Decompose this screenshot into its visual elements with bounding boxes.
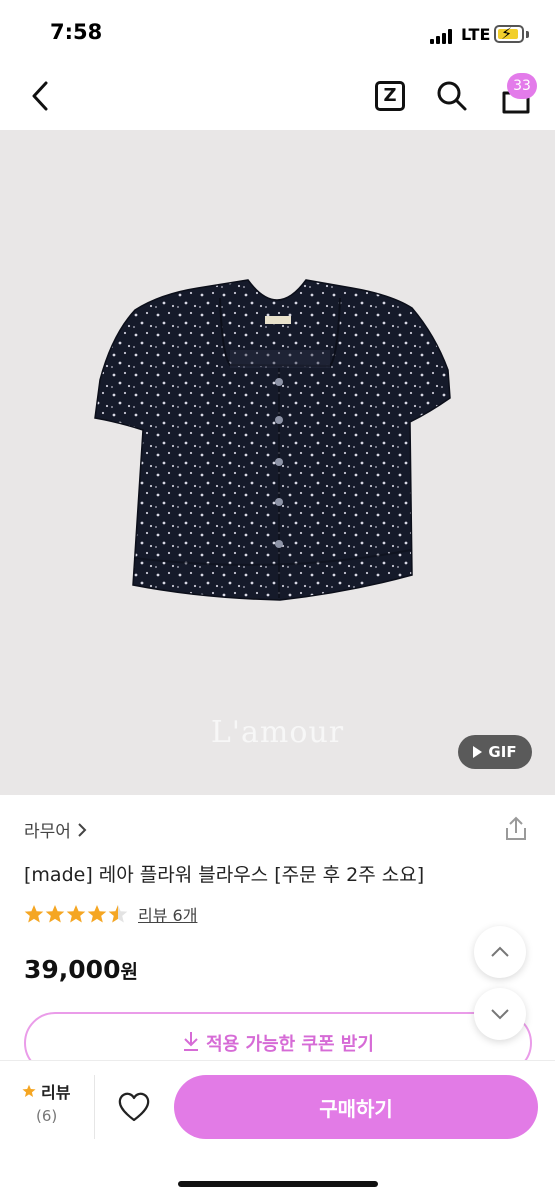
- cart-badge: 33: [507, 73, 537, 99]
- chevron-left-icon: [32, 81, 48, 111]
- signal-icon: [430, 28, 456, 44]
- half-star-icon: [108, 905, 128, 923]
- chevron-right-icon: [78, 822, 87, 837]
- status-time: 7:58: [50, 20, 103, 44]
- search-button[interactable]: [434, 78, 470, 114]
- wishlist-button[interactable]: [114, 1087, 154, 1127]
- scroll-up-button[interactable]: [474, 926, 526, 978]
- heart-icon: [118, 1092, 150, 1122]
- star-icon: [87, 905, 107, 923]
- star-icon: [45, 905, 65, 923]
- buy-button[interactable]: 구매하기: [174, 1075, 538, 1139]
- price-unit: 원: [120, 961, 138, 983]
- nav-bar: Z: [0, 62, 555, 130]
- brand-link[interactable]: 라무어: [24, 817, 87, 842]
- z-icon: Z: [375, 81, 405, 111]
- bottom-bar: 리뷰 (6) 구매하기: [0, 1060, 555, 1200]
- play-icon: [473, 746, 483, 758]
- review-count: (6): [36, 1107, 58, 1125]
- chevron-down-icon: [491, 1009, 509, 1020]
- coupon-label: 적용 가능한 쿠폰 받기: [206, 1034, 374, 1055]
- charging-icon: ⚡: [501, 24, 513, 43]
- home-indicator: [178, 1181, 378, 1187]
- review-summary[interactable]: 리뷰 (6): [22, 1079, 70, 1125]
- search-icon: [437, 81, 467, 111]
- gif-label: GIF: [488, 743, 517, 761]
- rating-stars: [24, 904, 128, 924]
- share-button[interactable]: [502, 815, 530, 843]
- review-label: 리뷰: [41, 1083, 71, 1102]
- rating-row: 리뷰 6개: [24, 902, 197, 926]
- price-value: 39,000: [24, 955, 121, 984]
- share-icon: [506, 816, 526, 840]
- back-button[interactable]: [20, 76, 60, 116]
- download-icon: [184, 1032, 199, 1051]
- blouse-image: [94, 279, 451, 601]
- star-icon: [24, 905, 44, 923]
- divider: [94, 1075, 95, 1139]
- star-icon: [22, 1084, 36, 1097]
- brand-name: 라무어: [24, 822, 71, 842]
- scroll-down-button[interactable]: [474, 988, 526, 1040]
- chevron-up-icon: [491, 946, 509, 957]
- review-count-link[interactable]: 리뷰 6개: [138, 902, 197, 926]
- status-bar: 7:58 LTE ⚡: [0, 0, 555, 62]
- gif-badge[interactable]: GIF: [458, 735, 532, 769]
- product-image[interactable]: L'amour GIF: [0, 130, 555, 795]
- star-icon: [66, 905, 86, 923]
- product-title: [made] 레아 플라워 블라우스 [주문 후 2주 소요]: [24, 864, 425, 886]
- network-label: LTE: [461, 25, 491, 44]
- price: 39,000원: [24, 955, 138, 984]
- z-button[interactable]: Z: [372, 78, 408, 114]
